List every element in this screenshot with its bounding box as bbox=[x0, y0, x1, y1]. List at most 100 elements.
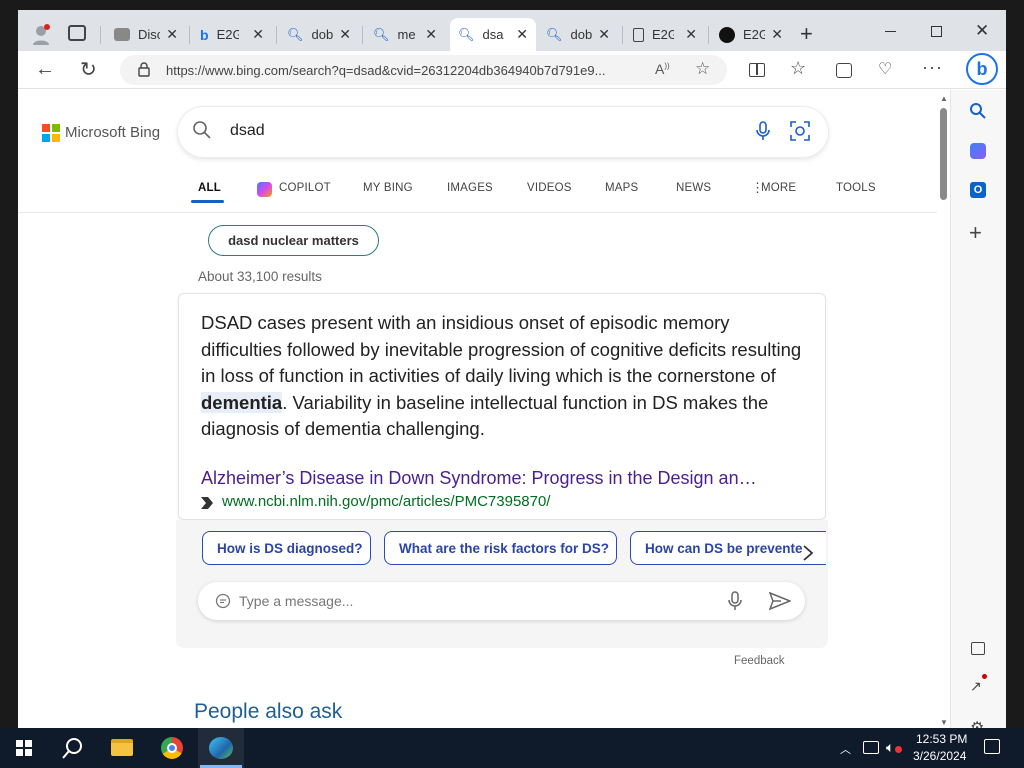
external-link-icon[interactable]: ↗ bbox=[970, 674, 987, 695]
sidebar-search-icon[interactable] bbox=[969, 102, 987, 120]
windows-start-icon[interactable] bbox=[16, 740, 32, 756]
tab-my-bing[interactable]: MY BING bbox=[363, 182, 413, 194]
clock-date[interactable]: 3/26/2024 bbox=[913, 749, 966, 763]
active-tab-underline bbox=[191, 200, 224, 203]
tab-maps[interactable]: MAPS bbox=[605, 182, 638, 194]
more-menu-icon[interactable]: ··· bbox=[922, 57, 943, 78]
close-tab-icon[interactable]: ✕ bbox=[252, 26, 264, 43]
favorites-icon[interactable]: ☆ bbox=[790, 58, 806, 79]
tab-copilot[interactable]: COPILOT bbox=[279, 182, 331, 194]
refresh-icon[interactable]: ↻ bbox=[80, 57, 97, 82]
collections-icon[interactable] bbox=[836, 63, 852, 78]
sidebar-layout-icon[interactable] bbox=[971, 642, 985, 655]
answer-highlight: dementia bbox=[201, 391, 283, 413]
sidebar-add-icon[interactable]: + bbox=[969, 220, 982, 246]
tab-images[interactable]: IMAGES bbox=[447, 182, 493, 194]
close-tab-icon[interactable]: ✕ bbox=[516, 26, 528, 43]
microphone-icon[interactable] bbox=[728, 591, 742, 611]
tab-divider bbox=[708, 26, 709, 44]
favorite-star-icon[interactable]: ☆ bbox=[695, 59, 710, 79]
back-icon[interactable]: ← bbox=[35, 58, 55, 81]
chevron-right-icon[interactable] bbox=[802, 544, 820, 562]
bing-logo-text[interactable]: Microsoft Bing bbox=[65, 124, 160, 141]
tab-tools[interactable]: TOOLS bbox=[836, 182, 876, 194]
scroll-thumb[interactable] bbox=[940, 108, 947, 200]
result-count: About 33,100 results bbox=[198, 269, 322, 284]
tab-8[interactable]: E2G ✕ bbox=[711, 18, 791, 51]
tab-more[interactable]: MORE bbox=[761, 182, 796, 194]
tray-chevron-icon[interactable]: ︿ bbox=[840, 741, 851, 757]
tab-actions-icon[interactable] bbox=[68, 25, 86, 41]
scroll-up-icon[interactable]: ▲ bbox=[940, 94, 948, 103]
related-search-pill[interactable]: dasd nuclear matters bbox=[208, 225, 379, 256]
windows-taskbar: ︿ 🔈︎ 12:53 PM 3/26/2024 bbox=[0, 728, 1024, 768]
sidebar-outlook-icon[interactable]: O bbox=[970, 182, 986, 198]
profile-icon[interactable] bbox=[32, 24, 50, 46]
answer-text-post: . Variability in baseline intellectual f… bbox=[201, 391, 769, 440]
sidebar-copilot-icon[interactable] bbox=[970, 143, 986, 159]
tab-videos[interactable]: VIDEOS bbox=[527, 182, 572, 194]
tab-strip: Disc ✕ b E2G ✕ 🔍︎ dob ✕ 🔍︎ me ✕ 🔍︎ dsa ✕… bbox=[18, 10, 1006, 51]
tab-divider bbox=[189, 26, 190, 44]
followup-chip-3[interactable]: How can DS be prevente bbox=[630, 531, 826, 565]
tab-all[interactable]: ALL bbox=[198, 182, 221, 194]
read-aloud-icon[interactable]: A)) bbox=[655, 61, 670, 77]
network-icon[interactable] bbox=[863, 741, 879, 754]
maximize-icon[interactable] bbox=[931, 26, 942, 37]
followup-chip-2[interactable]: What are the risk factors for DS? bbox=[384, 531, 617, 565]
settings-gear-icon[interactable]: ⚙ bbox=[970, 718, 984, 728]
tab-news[interactable]: NEWS bbox=[676, 182, 711, 194]
new-tab-icon[interactable]: + bbox=[800, 21, 813, 47]
search-box[interactable]: dsad bbox=[178, 107, 828, 157]
tab-title: me bbox=[397, 27, 416, 42]
minimize-icon[interactable] bbox=[885, 31, 896, 32]
tab-2[interactable]: b E2G ✕ bbox=[192, 18, 272, 51]
message-box[interactable]: Type a message... bbox=[198, 582, 805, 620]
url-text: https://www.bing.com/search?q=dsad&cvid=… bbox=[166, 62, 606, 78]
file-explorer-icon[interactable] bbox=[111, 739, 133, 756]
taskbar-search-icon[interactable] bbox=[62, 737, 84, 759]
copilot-sidebar-icon[interactable]: b bbox=[966, 53, 998, 85]
message-input[interactable]: Type a message... bbox=[239, 593, 353, 609]
answer-source-title[interactable]: Alzheimer’s Disease in Down Syndrome: Pr… bbox=[201, 468, 811, 489]
notification-icon[interactable] bbox=[984, 739, 1000, 754]
page-scrollbar[interactable]: ▲ ▼ bbox=[937, 90, 950, 728]
search-icon: 🔍︎ bbox=[458, 26, 475, 42]
tab-title: Disc bbox=[138, 27, 160, 42]
search-icon: 🔍︎ bbox=[546, 26, 563, 42]
tab-4[interactable]: 🔍︎ me ✕ bbox=[365, 18, 445, 51]
chrome-icon[interactable] bbox=[161, 737, 183, 759]
tab-3[interactable]: 🔍︎ dob ✕ bbox=[279, 18, 359, 51]
search-input[interactable]: dsad bbox=[230, 122, 265, 140]
browser-toolbar: ← ↻ https://www.bing.com/search?q=dsad&c… bbox=[18, 51, 1006, 89]
close-window-icon[interactable]: ✕ bbox=[975, 21, 989, 41]
answer-source-url[interactable]: www.ncbi.nlm.nih.gov/pmc/articles/PMC739… bbox=[222, 493, 550, 510]
split-screen-icon[interactable] bbox=[749, 63, 765, 77]
answer-text: DSAD cases present with an insidious ons… bbox=[201, 310, 807, 443]
volume-muted-icon[interactable]: 🔈︎ bbox=[886, 739, 902, 756]
tab-1[interactable]: Disc ✕ bbox=[106, 18, 186, 51]
tab-6[interactable]: 🔍︎ dob ✕ bbox=[538, 18, 618, 51]
browser-essentials-icon[interactable]: ♡ bbox=[878, 59, 892, 79]
scroll-down-icon[interactable]: ▼ bbox=[940, 718, 948, 727]
tab-7[interactable]: E2G ✕ bbox=[625, 18, 705, 51]
close-tab-icon[interactable]: ✕ bbox=[598, 26, 610, 43]
clock-time[interactable]: 12:53 PM bbox=[916, 732, 967, 746]
send-icon[interactable] bbox=[768, 591, 793, 611]
close-tab-icon[interactable]: ✕ bbox=[339, 26, 351, 43]
visual-search-icon[interactable] bbox=[790, 121, 810, 141]
followup-chip-1[interactable]: How is DS diagnosed? bbox=[202, 531, 371, 565]
microphone-icon[interactable] bbox=[756, 121, 770, 141]
close-tab-icon[interactable]: ✕ bbox=[425, 26, 437, 43]
tab-divider bbox=[622, 26, 623, 44]
tab-title: dob bbox=[311, 27, 334, 42]
tab-5-active[interactable]: 🔍︎ dsa ✕ bbox=[450, 18, 536, 51]
close-tab-icon[interactable]: ✕ bbox=[771, 26, 783, 43]
close-tab-icon[interactable]: ✕ bbox=[166, 26, 178, 43]
chat-bubble-icon bbox=[215, 593, 231, 609]
address-bar[interactable]: https://www.bing.com/search?q=dsad&cvid=… bbox=[120, 55, 727, 85]
tab-title: E2G bbox=[743, 27, 765, 42]
feedback-link[interactable]: Feedback bbox=[734, 655, 785, 667]
people-also-ask-heading: People also ask bbox=[194, 700, 343, 723]
close-tab-icon[interactable]: ✕ bbox=[685, 26, 697, 43]
